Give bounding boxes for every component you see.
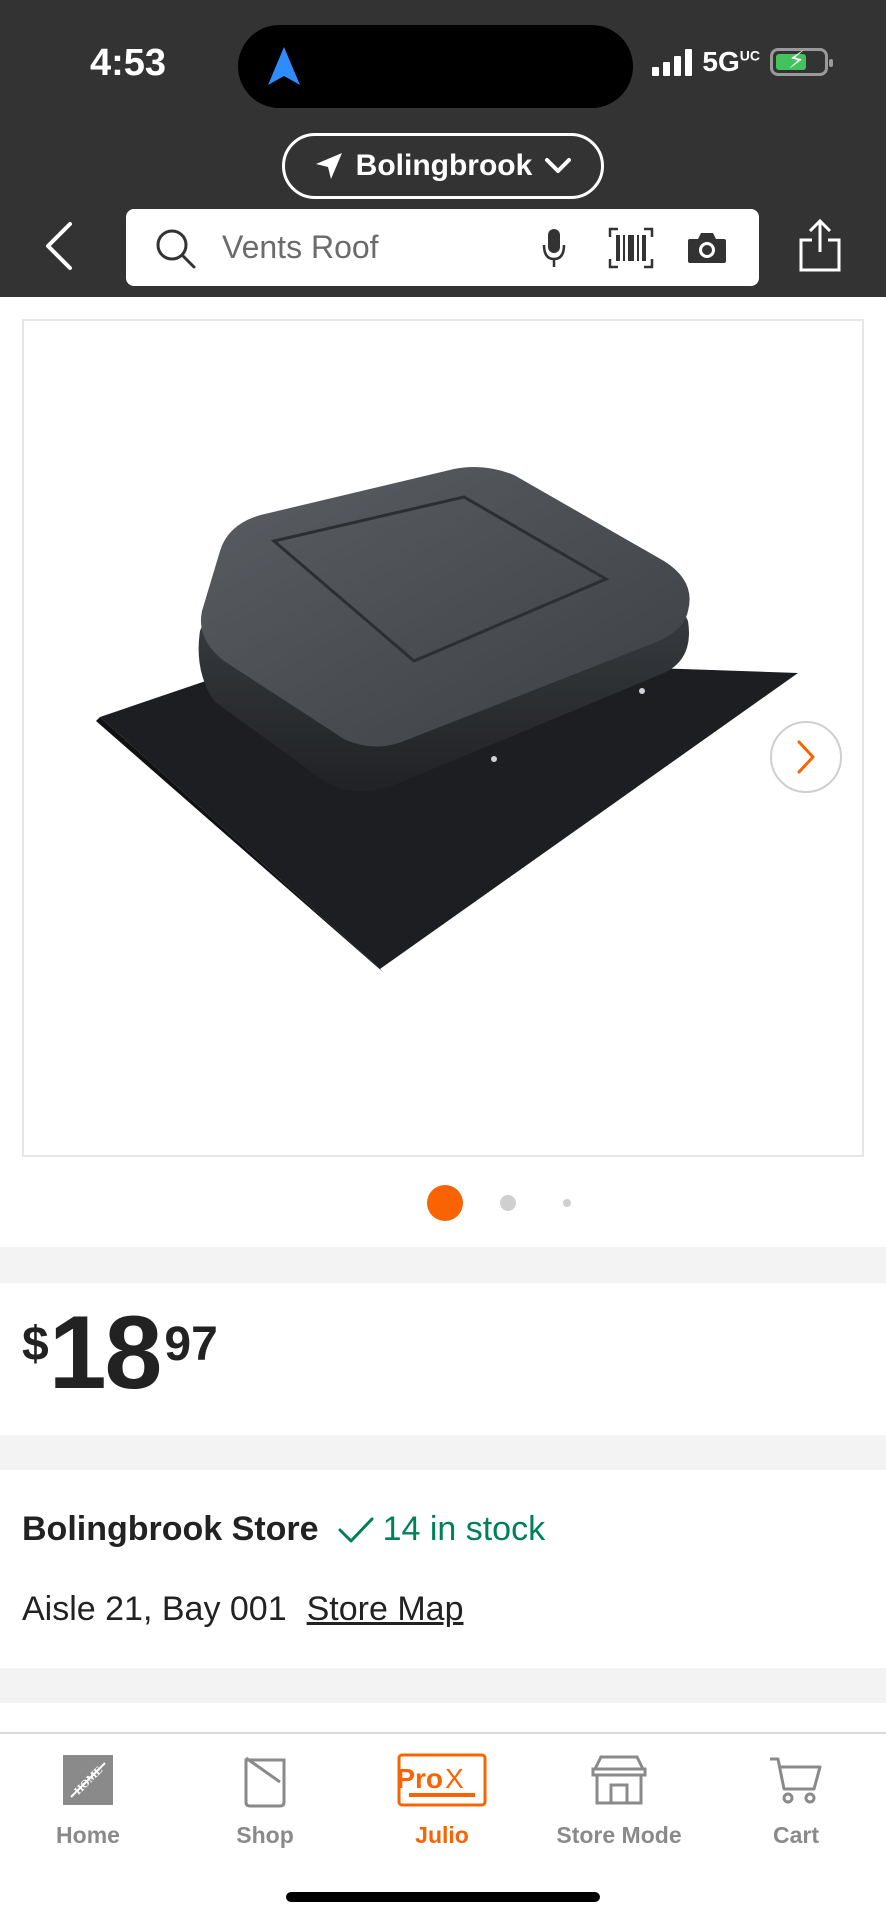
svg-text:X: X	[445, 1763, 464, 1794]
image-pagination	[0, 1185, 886, 1221]
aisle-location: Aisle 21, Bay 001	[22, 1590, 287, 1628]
back-button[interactable]	[40, 218, 90, 274]
price-currency: $	[22, 1318, 49, 1371]
tab-julio-prox[interactable]: Pro X Julio	[357, 1748, 527, 1858]
home-indicator	[286, 1892, 600, 1902]
status-time: 4:53	[90, 42, 167, 84]
store-icon	[591, 1755, 647, 1805]
search-bar[interactable]	[126, 209, 759, 286]
pagination-dot[interactable]	[563, 1199, 571, 1207]
location-arrow-icon	[315, 153, 342, 179]
home-depot-logo-icon: HOME	[63, 1755, 113, 1805]
status-indicators: 5GUC ⚡	[652, 46, 833, 78]
store-map-link[interactable]: Store Map	[307, 1590, 464, 1629]
store-name: Bolingbrook Store	[22, 1510, 319, 1548]
tab-label: Store Mode	[556, 1822, 682, 1848]
cellular-signal-icon	[652, 48, 693, 76]
tab-home[interactable]: HOME Home	[3, 1748, 173, 1858]
product-price: $ 18 97	[22, 1295, 218, 1411]
camera-icon[interactable]	[686, 229, 728, 265]
app-header: 4:53 5GUC ⚡ Bolingbrook	[0, 0, 886, 297]
prox-badge-icon: Pro X	[397, 1753, 487, 1807]
tab-cart[interactable]: Cart	[711, 1748, 881, 1858]
chevron-right-icon	[797, 740, 815, 774]
pagination-dot-active[interactable]	[427, 1185, 463, 1221]
store-location-selector[interactable]: Bolingbrook	[282, 133, 604, 199]
search-icon	[156, 229, 196, 269]
next-section-card	[0, 1703, 886, 1733]
roof-vent-image	[96, 467, 798, 973]
chevron-left-icon	[46, 222, 72, 270]
share-icon	[799, 218, 841, 272]
product-image[interactable]	[22, 319, 864, 1157]
tab-label: Julio	[415, 1822, 469, 1848]
tab-label: Cart	[772, 1822, 819, 1848]
stock-status: 14 in stock	[337, 1510, 546, 1549]
search-input[interactable]	[222, 223, 522, 271]
svg-text:Pro: Pro	[397, 1763, 443, 1794]
product-image-section	[0, 297, 886, 1247]
checkmark-icon	[338, 1517, 374, 1542]
microphone-icon[interactable]	[541, 227, 567, 269]
location-label: Bolingbrook	[355, 149, 533, 182]
tab-label: Shop	[236, 1822, 294, 1848]
price-card: $ 18 97	[0, 1283, 886, 1435]
price-dollars: 18	[48, 1295, 163, 1411]
chevron-down-icon	[545, 158, 572, 173]
barcode-scanner-icon[interactable]	[608, 227, 654, 269]
pagination-dot[interactable]	[500, 1195, 516, 1211]
network-type: 5GUC	[702, 46, 760, 77]
battery-charging-icon: ⚡	[770, 48, 833, 76]
dynamic-island	[238, 25, 633, 108]
tab-store-mode[interactable]: Store Mode	[534, 1748, 704, 1858]
tab-shop[interactable]: Shop	[180, 1748, 350, 1858]
navigation-arrow-icon	[268, 47, 300, 85]
next-image-button[interactable]	[770, 721, 842, 793]
share-button[interactable]	[797, 218, 849, 274]
paint-bucket-icon	[244, 1756, 286, 1808]
cart-icon	[770, 1757, 822, 1804]
stock-count: 14 in stock	[382, 1510, 546, 1548]
price-cents: 97	[164, 1318, 218, 1371]
tab-label: Home	[56, 1822, 120, 1848]
store-availability-card: Bolingbrook Store 14 in stock Aisle 21, …	[0, 1470, 886, 1668]
